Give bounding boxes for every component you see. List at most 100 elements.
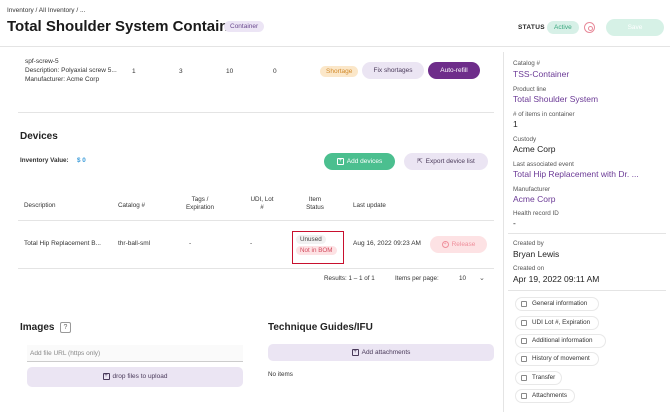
column-item-status-line2: Status <box>306 204 324 211</box>
file-url-field[interactable]: Add file URL (https only) <box>27 345 243 362</box>
column-tags: Tags / Expiration <box>184 196 216 212</box>
table-row-divider <box>18 268 494 269</box>
transfer-button[interactable]: Transfer <box>515 371 562 385</box>
table-header-divider <box>18 220 494 221</box>
plus-icon: + <box>336 157 344 165</box>
section-divider <box>18 112 494 113</box>
sidebar-divider <box>503 52 504 412</box>
catalog-label: Catalog # <box>513 60 540 67</box>
component-name[interactable]: spf-screw-5 <box>25 58 59 65</box>
release-label: Release <box>451 241 476 248</box>
component-col2: 3 <box>179 68 183 75</box>
save-button[interactable]: Save <box>606 19 664 36</box>
custody-value: Acme Corp <box>513 144 556 154</box>
inventory-value: $ 0 <box>77 157 86 164</box>
column-item-status: Item Status <box>298 196 332 212</box>
device-description[interactable]: Total Hip Replacement B... <box>24 240 101 247</box>
product-line-value[interactable]: Total Shoulder System <box>513 94 598 104</box>
export-icon: ⇱ <box>417 158 423 165</box>
custody-label: Custody <box>513 136 537 143</box>
info-icon <box>521 301 527 307</box>
catalog-value[interactable]: TSS-Container <box>513 69 569 79</box>
manufacturer-label: Manufacturer <box>513 186 551 193</box>
status-settings-icon[interactable] <box>584 22 595 33</box>
items-per-page-select[interactable]: 10 <box>459 275 466 282</box>
breadcrumb[interactable]: Inventory / All Inventory / ... <box>7 7 85 14</box>
additional-information-button[interactable]: Additional information <box>515 334 606 348</box>
images-heading: Images <box>20 322 55 333</box>
product-line-label: Product line <box>513 86 547 93</box>
created-by-label: Created by <box>513 240 544 247</box>
column-last-update: Last update <box>353 202 386 209</box>
guides-heading: Technique Guides/IFU <box>268 322 373 333</box>
file-url-placeholder: Add file URL (https only) <box>30 350 101 357</box>
column-tags-line2: Expiration <box>185 204 214 211</box>
column-tags-line1: Tags / <box>191 196 209 203</box>
component-description: Description: Polyaxial screw 5... <box>25 67 117 74</box>
created-by-value: Bryan Lewis <box>513 249 560 259</box>
upload-icon: + <box>102 372 110 380</box>
add-attachments-label: Add attachments <box>361 349 411 356</box>
release-icon: + <box>441 240 449 248</box>
guides-empty-text: No items <box>268 371 293 378</box>
release-button[interactable]: + Release <box>430 236 487 253</box>
health-record-label: Health record ID <box>513 210 559 217</box>
drop-files-area[interactable]: + drop files to upload <box>27 367 243 387</box>
sidebar-divider-1 <box>508 233 666 234</box>
component-col1: 1 <box>132 68 136 75</box>
component-manufacturer: Manufacturer: Acme Corp <box>25 76 100 83</box>
last-event-value[interactable]: Total Hip Replacement with Dr. ... <box>513 169 665 179</box>
help-icon[interactable]: ? <box>60 322 71 333</box>
drop-files-label: drop files to upload <box>112 373 168 380</box>
list-icon <box>521 338 527 344</box>
component-col3: 10 <box>226 68 234 75</box>
udi-lot-expiration-label: UDI Lot #, Expiration <box>532 319 591 326</box>
created-on-value: Apr 19, 2022 09:11 AM <box>513 274 600 284</box>
export-label: Export device list <box>425 158 475 165</box>
column-udi: UDI, Lot # <box>245 196 279 212</box>
fix-shortages-button[interactable]: Fix shortages <box>362 62 424 79</box>
add-attachments-button[interactable]: + Add attachments <box>268 344 494 361</box>
column-description: Description <box>24 202 56 209</box>
transfer-icon <box>521 375 527 381</box>
last-event-label: Last associated event <box>513 161 574 168</box>
not-in-bom-badge: Not in BOM <box>296 246 337 255</box>
auto-refill-button[interactable]: Auto-refill <box>428 62 480 79</box>
item-status-highlight: Unused Not in BOM <box>292 231 344 264</box>
column-catalog: Catalog # <box>118 202 145 209</box>
paperclip-icon <box>521 393 527 399</box>
general-information-label: General information <box>532 300 588 307</box>
device-catalog: thr-ball-sml <box>118 240 151 247</box>
column-udi-line1: UDI, Lot <box>250 196 274 203</box>
column-udi-line2: # <box>260 204 264 211</box>
plus-icon: + <box>351 348 359 356</box>
transfer-label: Transfer <box>532 374 556 381</box>
manufacturer-value[interactable]: Acme Corp <box>513 194 556 204</box>
sidebar-divider-2 <box>508 290 666 291</box>
health-record-value: - <box>513 218 516 228</box>
items-in-container-label: # of items in container <box>513 111 575 118</box>
items-in-container-value: 1 <box>513 119 518 129</box>
device-last-update: Aug 16, 2022 09:23 AM <box>353 240 421 247</box>
column-item-status-line1: Item <box>308 196 322 203</box>
barcode-icon <box>521 320 527 326</box>
status-badge[interactable]: Active <box>547 21 579 34</box>
history-of-movement-label: History of movement <box>532 355 590 362</box>
attachments-button[interactable]: Attachments <box>515 389 575 403</box>
add-devices-label: Add devices <box>346 158 383 165</box>
devices-heading: Devices <box>20 131 58 142</box>
inventory-value-label: Inventory Value: <box>20 157 69 164</box>
history-of-movement-button[interactable]: History of movement <box>515 352 599 366</box>
items-per-page-label: Items per page: <box>395 275 439 282</box>
add-devices-button[interactable]: + Add devices <box>324 153 395 170</box>
chevron-down-icon[interactable]: ⌄ <box>479 274 485 282</box>
unused-badge: Unused <box>296 235 326 244</box>
created-on-label: Created on <box>513 265 545 272</box>
export-device-list-button[interactable]: ⇱ Export device list <box>404 153 488 170</box>
device-tags: - <box>189 240 192 247</box>
header-divider <box>0 46 670 47</box>
device-udi: - <box>250 240 253 247</box>
additional-information-label: Additional information <box>532 337 593 344</box>
general-information-button[interactable]: General information <box>515 297 599 311</box>
udi-lot-expiration-button[interactable]: UDI Lot #, Expiration <box>515 316 599 330</box>
